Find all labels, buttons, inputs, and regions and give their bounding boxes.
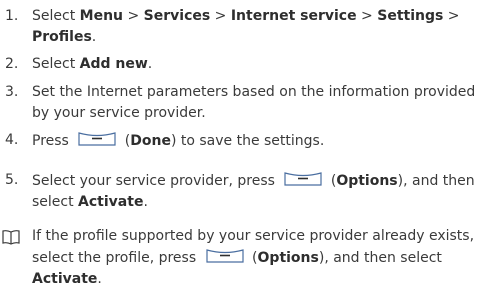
step-number: 3. [5, 84, 19, 100]
note-text: . [97, 271, 102, 287]
note: If the profile supported by your service… [0, 226, 488, 290]
step-1: 1. Select Menu > Services > Internet ser… [0, 6, 488, 48]
step-number: 4. [5, 132, 19, 148]
menu-path-item: Menu [79, 8, 124, 24]
key-label: Done [130, 133, 171, 149]
menu-path-item: Services [143, 8, 211, 24]
option-label: Activate [78, 194, 144, 210]
step-text: Set the Internet parameters based on the… [32, 84, 476, 121]
note-text: ), and then select [318, 250, 442, 266]
step-text: ) to save the settings. [170, 133, 325, 149]
menu-path-item: Profiles [32, 29, 92, 45]
menu-path-item: Internet service [230, 8, 357, 24]
step-5: 5. Select your service provider, press (… [0, 170, 488, 213]
path-separator: > [210, 8, 231, 24]
step-text: . [91, 29, 97, 45]
step-text: . [147, 56, 153, 72]
left-soft-key-icon [284, 172, 322, 186]
path-separator: > [443, 8, 460, 24]
step-3: 3. Set the Internet parameters based on … [0, 82, 488, 124]
key-label: Options [257, 250, 319, 266]
step-4: 4. Press (Done) to save the settings. [0, 130, 488, 152]
option-label: Add new [79, 56, 148, 72]
key-label: Options [336, 173, 398, 189]
step-number: 2. [5, 56, 19, 72]
step-number: 5. [5, 172, 19, 188]
book-icon [2, 230, 20, 245]
menu-path-item: Settings [377, 8, 444, 24]
step-text: Press [32, 133, 69, 149]
left-soft-key-icon [205, 249, 244, 263]
step-text: Select your service provider, press [32, 173, 275, 189]
step-2: 2. Select Add new. [0, 54, 488, 75]
option-label: Activate [32, 271, 98, 287]
left-soft-key-icon [78, 132, 116, 146]
step-text: . [143, 194, 148, 210]
path-separator: > [356, 8, 378, 24]
step-text: Select [32, 8, 80, 24]
path-separator: > [123, 8, 144, 24]
step-text: Select [32, 56, 80, 72]
instruction-document: 1. Select Menu > Services > Internet ser… [0, 0, 495, 303]
step-number: 1. [5, 8, 19, 24]
